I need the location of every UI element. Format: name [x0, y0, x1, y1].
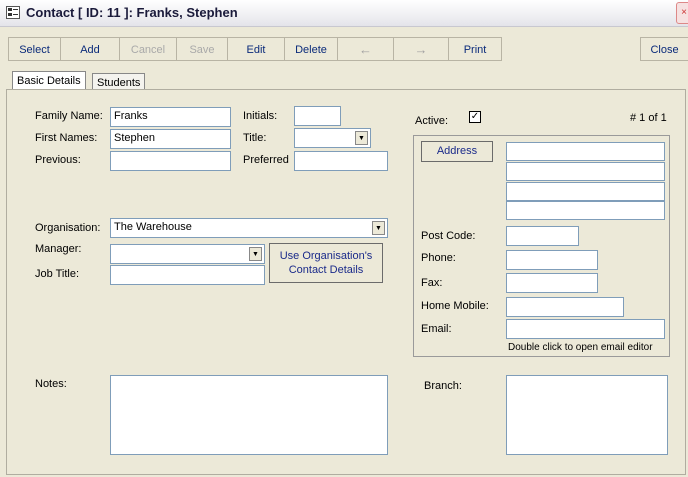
- notes-label: Notes:: [35, 378, 67, 390]
- preferred-label: Preferred: [243, 154, 289, 166]
- phone-field[interactable]: [506, 250, 598, 270]
- preferred-field[interactable]: [294, 151, 388, 171]
- notes-textarea[interactable]: [110, 375, 388, 455]
- email-label: Email:: [421, 323, 452, 335]
- print-button[interactable]: Print: [448, 37, 502, 61]
- branch-label: Branch:: [424, 380, 462, 392]
- select-button[interactable]: Select: [8, 37, 61, 61]
- chevron-down-icon[interactable]: ▼: [249, 247, 262, 261]
- active-label: Active:: [415, 115, 449, 127]
- address-line-1[interactable]: [506, 142, 665, 161]
- first-names-field[interactable]: Stephen: [110, 129, 231, 149]
- active-checkbox[interactable]: ✓: [469, 111, 481, 123]
- close-button[interactable]: Close: [640, 37, 688, 61]
- manager-combo[interactable]: ▼: [110, 244, 265, 264]
- phone-label: Phone:: [421, 252, 456, 264]
- organisation-label: Organisation:: [35, 222, 101, 234]
- address-line-4[interactable]: [506, 201, 665, 220]
- fax-field[interactable]: [506, 273, 598, 293]
- family-name-field[interactable]: Franks: [110, 107, 231, 127]
- arrow-right-icon[interactable]: →: [393, 37, 449, 61]
- delete-button[interactable]: Delete: [284, 37, 338, 61]
- record-counter: # 1 of 1: [630, 112, 667, 124]
- home-mobile-label: Home Mobile:: [421, 300, 489, 312]
- initials-field[interactable]: [294, 106, 341, 126]
- fax-label: Fax:: [421, 277, 443, 289]
- title-label: Title:: [243, 132, 267, 144]
- initials-label: Initials:: [243, 110, 278, 122]
- branch-textarea[interactable]: [506, 375, 668, 455]
- save-button[interactable]: Save: [176, 37, 228, 61]
- title-bar: Contact [ ID: 11 ]: Franks, Stephen ×: [0, 0, 688, 27]
- form-icon: [6, 6, 20, 19]
- address-line-2[interactable]: [506, 162, 665, 181]
- job-title-label: Job Title:: [35, 268, 80, 280]
- cancel-button[interactable]: Cancel: [119, 37, 177, 61]
- tab-basic-details[interactable]: Basic Details: [12, 71, 86, 89]
- family-name-label: Family Name:: [35, 110, 103, 122]
- email-hint: Double click to open email editor: [508, 342, 653, 353]
- post-code-label: Post Code:: [421, 230, 476, 242]
- first-names-label: First Names:: [35, 132, 98, 144]
- chevron-down-icon[interactable]: ▼: [372, 221, 385, 235]
- address-line-3[interactable]: [506, 182, 665, 201]
- address-button[interactable]: Address: [421, 141, 493, 162]
- title-combo[interactable]: ▼: [294, 128, 371, 148]
- previous-label: Previous:: [35, 154, 81, 166]
- arrow-left-icon[interactable]: ←: [337, 37, 394, 61]
- edit-button[interactable]: Edit: [227, 37, 285, 61]
- toolbar: Select Add Cancel Save Edit Delete ← → P…: [0, 34, 688, 64]
- job-title-field[interactable]: [110, 265, 265, 285]
- post-code-field[interactable]: [506, 226, 579, 246]
- use-organisation-details-button[interactable]: Use Organisation's Contact Details: [269, 243, 383, 283]
- organisation-value: The Warehouse: [114, 221, 192, 233]
- window-title: Contact [ ID: 11 ]: Franks, Stephen: [26, 5, 238, 20]
- organisation-combo[interactable]: The Warehouse ▼: [110, 218, 388, 238]
- home-mobile-field[interactable]: [506, 297, 624, 317]
- add-button[interactable]: Add: [60, 37, 120, 61]
- previous-field[interactable]: [110, 151, 231, 171]
- close-icon[interactable]: ×: [676, 2, 688, 24]
- chevron-down-icon[interactable]: ▼: [355, 131, 368, 145]
- manager-label: Manager:: [35, 243, 82, 255]
- email-field[interactable]: [506, 319, 665, 339]
